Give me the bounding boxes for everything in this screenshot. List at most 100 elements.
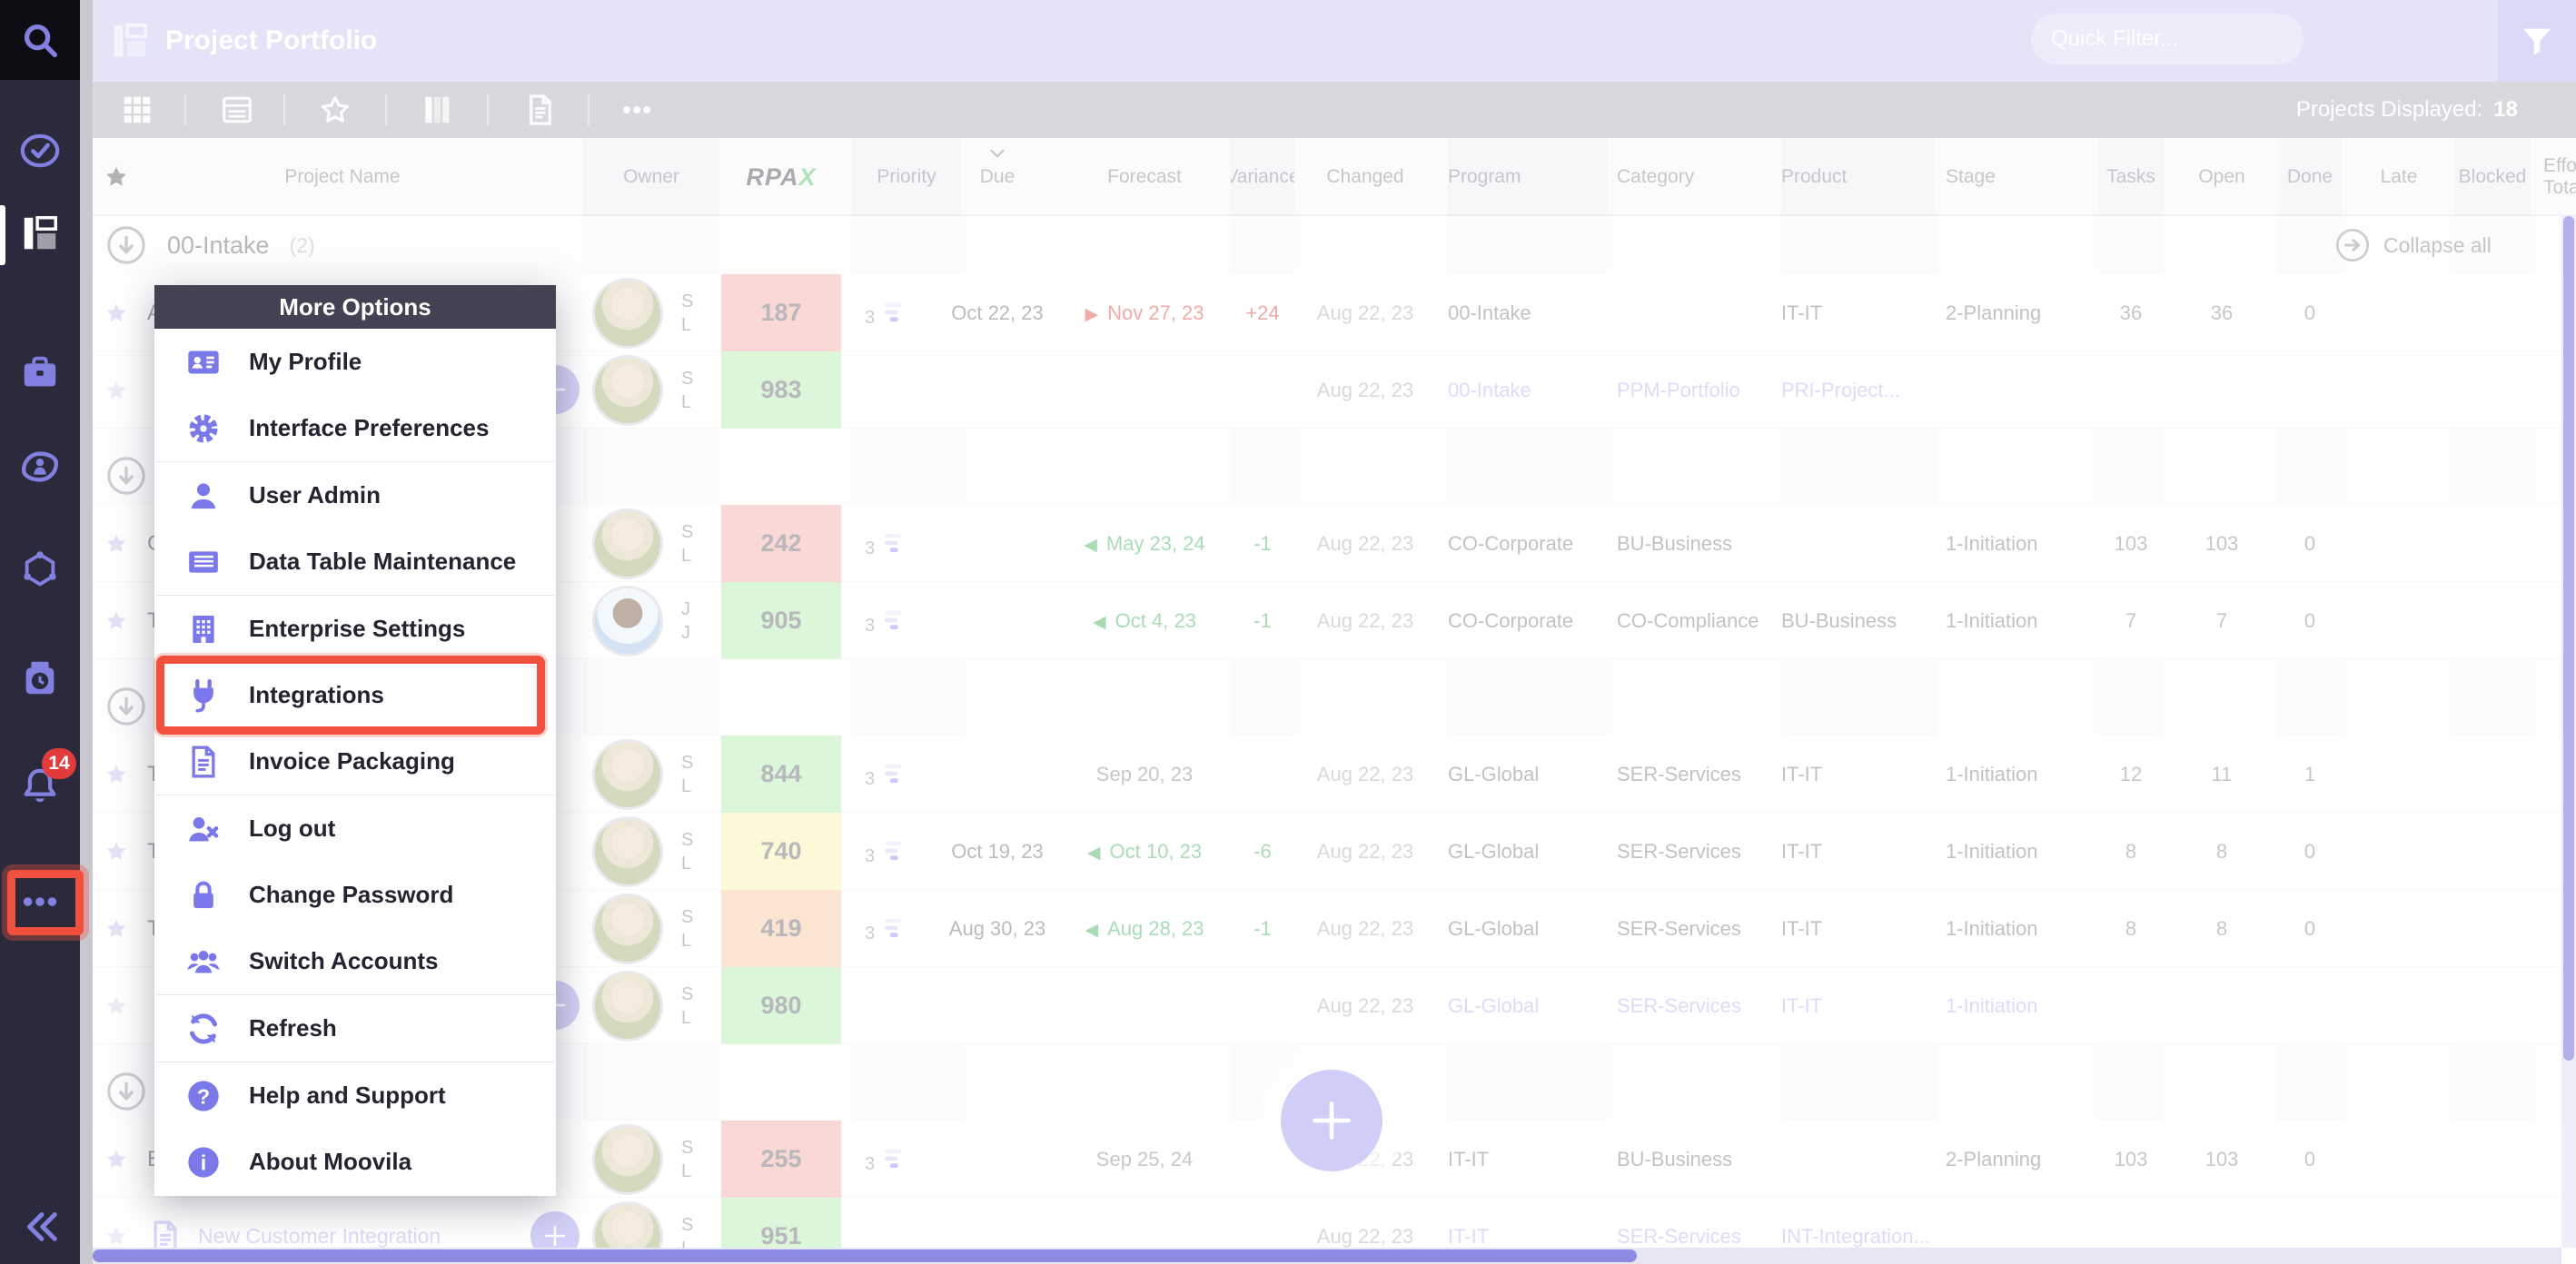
group-collapse-icon[interactable] (105, 455, 147, 497)
prog-value: IT-IT (1448, 1225, 1489, 1249)
favorite-star-icon[interactable] (104, 378, 129, 403)
variance-value: -1 (1253, 917, 1272, 941)
sidebar-item-collapse-sidebar[interactable] (0, 1199, 80, 1255)
changed-date: Aug 22, 23 (1317, 763, 1413, 786)
ch-cell: Aug 22, 23 (1306, 736, 1424, 813)
stage-value: 2-Planning (1946, 301, 2041, 325)
menu-item-enterprise-settings[interactable]: Enterprise Settings (154, 596, 556, 662)
column-header-cat[interactable]: Category (1617, 138, 1771, 216)
favorite-star-icon[interactable] (104, 993, 129, 1019)
sidebar-item-moovila-logo[interactable] (0, 439, 80, 495)
favorite-star-icon[interactable] (104, 762, 129, 787)
menu-item-user-admin[interactable]: User Admin (154, 462, 556, 528)
changed-date: Aug 22, 23 (1317, 994, 1413, 1018)
plug-icon (185, 677, 222, 714)
sidebar-item-portfolio[interactable] (0, 205, 80, 262)
menu-item-label: Interface Preferences (249, 414, 489, 442)
prog-cell: 00-Intake (1448, 351, 1607, 429)
menu-item-change-password[interactable]: Change Password (154, 862, 556, 928)
column-header-vr[interactable]: Variance (1231, 138, 1294, 216)
toolbar-more-ellipsis-icon[interactable] (619, 93, 654, 127)
column-header-prod[interactable]: Product (1781, 138, 1936, 216)
toolbar-document-view-icon[interactable] (523, 93, 558, 127)
sidebar-item-search[interactable] (0, 0, 80, 80)
menu-item-switch-accounts[interactable]: Switch Accounts (154, 928, 556, 994)
horizontal-scrollbar-thumb[interactable] (93, 1249, 1637, 1262)
open-count: 8 (2216, 840, 2227, 864)
sidebar-item-more-ellipsis[interactable] (0, 874, 80, 930)
info-circle-icon: i (185, 1144, 222, 1180)
quick-filter-input[interactable] (2051, 26, 2333, 52)
favorite-star-icon[interactable] (104, 1224, 129, 1249)
vr-cell: -1 (1231, 582, 1294, 659)
add-project-fab[interactable] (1281, 1070, 1382, 1171)
vertical-scrollbar-thumb[interactable] (2563, 216, 2574, 1061)
forecast-early-arrow-icon: ◀ (1084, 536, 1097, 555)
table-rows-icon (185, 544, 222, 580)
menu-item-label: Help and Support (249, 1081, 446, 1110)
toolbar-column-view-icon[interactable] (420, 93, 454, 127)
forecast-date: ◀May 23, 24 (1084, 532, 1204, 556)
prod-cell: IT-IT (1781, 274, 1936, 351)
column-header-ch[interactable]: Changed (1306, 138, 1424, 216)
star-cell (93, 1121, 140, 1198)
column-header-open[interactable]: Open (2190, 138, 2254, 216)
sidebar-item-tasks-check[interactable] (0, 123, 80, 179)
sidebar: 14 (0, 0, 80, 1264)
group-collapse-icon[interactable] (105, 224, 147, 266)
menu-item-integrations[interactable]: Integrations (154, 662, 556, 728)
tasks-count: 8 (2125, 917, 2136, 941)
favorite-star-icon[interactable] (104, 839, 129, 864)
toolbar-favorites-star-icon[interactable] (318, 93, 352, 127)
sidebar-item-notifications-bell[interactable]: 14 (0, 757, 80, 814)
sidebar-item-work-briefcase[interactable] (0, 344, 80, 400)
svg-text:i: i (201, 1150, 206, 1174)
column-header-rpax[interactable]: RPAX (721, 138, 841, 216)
group-collapse-icon[interactable] (105, 686, 147, 727)
done-count: 0 (2304, 301, 2315, 325)
collapse-all-button[interactable]: Collapse all (2334, 216, 2492, 274)
menu-item-help-and-support[interactable]: ?Help and Support (154, 1062, 556, 1129)
sidebar-item-time-clock[interactable] (0, 650, 80, 706)
toolbar-grid-view-icon[interactable] (120, 93, 154, 127)
priority-bars-icon (878, 528, 909, 559)
quick-filter[interactable] (2031, 14, 2304, 64)
variance-value: -1 (1253, 532, 1272, 556)
menu-item-log-out[interactable]: Log out (154, 795, 556, 862)
priority-value: 3 (865, 308, 875, 329)
column-header-done[interactable]: Done (2278, 138, 2342, 216)
column-header-fc[interactable]: Forecast (1058, 138, 1231, 216)
toolbar-table-view-icon[interactable] (220, 93, 254, 127)
favorite-star-icon[interactable] (104, 301, 129, 326)
toolbar-separator (487, 94, 489, 125)
menu-item-refresh[interactable]: Refresh (154, 995, 556, 1062)
refresh-icon (185, 1011, 222, 1047)
menu-item-about-moovila[interactable]: iAbout Moovila (154, 1129, 556, 1195)
tasks-cell: 8 (2099, 890, 2163, 967)
column-header-eff[interactable]: EffoTota (2543, 138, 2576, 216)
filter-button[interactable] (2498, 0, 2576, 82)
column-header-stage[interactable]: Stage (1946, 138, 2091, 216)
menu-item-data-table-maintenance[interactable]: Data Table Maintenance (154, 528, 556, 595)
column-header-name[interactable]: Project Name (147, 138, 538, 216)
column-header-tasks[interactable]: Tasks (2099, 138, 2163, 216)
favorite-star-icon[interactable] (104, 1147, 129, 1172)
column-header-prog[interactable]: Program (1448, 138, 1607, 216)
column-header-owner[interactable]: Owner (583, 138, 719, 216)
favorite-star-icon[interactable] (104, 916, 129, 942)
menu-item-invoice-packaging[interactable]: Invoice Packaging (154, 728, 556, 795)
column-header-star[interactable] (93, 138, 140, 216)
sidebar-item-network-hexagon[interactable] (0, 542, 80, 598)
horizontal-scrollbar (93, 1248, 2561, 1264)
favorite-star-icon[interactable] (104, 608, 129, 634)
open-cell: 11 (2190, 736, 2254, 813)
owner-avatar (592, 1124, 663, 1195)
column-header-blk[interactable]: Blocked (2454, 138, 2531, 216)
menu-item-interface-preferences[interactable]: Interface Preferences (154, 395, 556, 461)
menu-item-my-profile[interactable]: My Profile (154, 329, 556, 395)
group-collapse-icon[interactable] (105, 1071, 147, 1112)
favorite-star-icon[interactable] (104, 531, 129, 557)
toolbar-separator (283, 94, 285, 125)
column-header-late[interactable]: Late (2367, 138, 2431, 216)
priority-value: 3 (865, 769, 875, 790)
